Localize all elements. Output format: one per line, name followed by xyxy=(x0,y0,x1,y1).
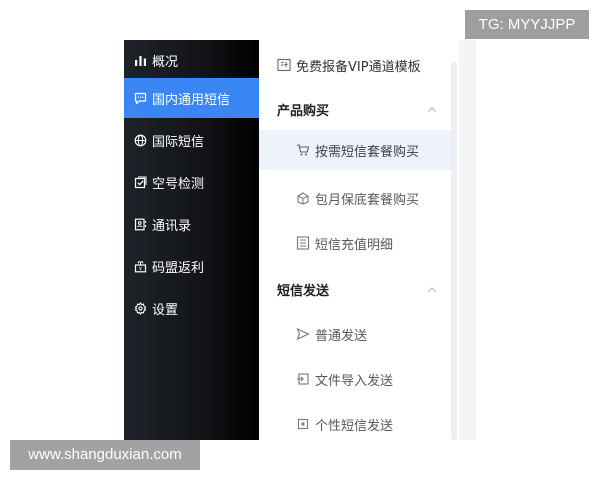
gift-icon: ¥ xyxy=(134,260,147,273)
menu-item-monthly-package[interactable]: 包月保底套餐购买 xyxy=(259,178,455,218)
submenu-panel: 免费报备VIP通道模板 产品购买 按需短信套餐购买 包月保底套餐购买 短信充值明… xyxy=(259,40,459,440)
list-icon xyxy=(296,236,310,250)
sidebar-item-label: 国际短信 xyxy=(152,134,205,150)
sidebar-item-label: 设置 xyxy=(152,302,179,318)
menu-item-label: 个性短信发送 xyxy=(315,418,394,434)
free-vip-template-link[interactable]: 免费报备VIP通道模板 xyxy=(277,54,421,76)
menu-item-label: 普通发送 xyxy=(315,328,368,344)
message-icon xyxy=(134,92,147,105)
check-square-icon xyxy=(134,176,147,189)
panel-scrollbar[interactable] xyxy=(451,62,457,440)
sidebar-item-label: 空号检测 xyxy=(152,176,205,192)
sidebar-item-label: 国内通用短信 xyxy=(152,92,231,108)
watermark-tg: TG: MYYJJPP xyxy=(465,10,589,39)
group-sms-sending[interactable]: 短信发送 xyxy=(277,274,437,304)
sidebar-item-overview[interactable]: 概况 xyxy=(124,40,259,80)
content-area-edge xyxy=(459,40,476,440)
menu-item-file-import-send[interactable]: 文件导入发送 xyxy=(259,359,455,399)
group-title: 产品购买 xyxy=(277,103,330,119)
sidebar-item-label: 概况 xyxy=(152,54,179,70)
chevron-up-icon xyxy=(427,104,437,114)
package-icon xyxy=(296,191,310,205)
menu-item-normal-send[interactable]: 普通发送 xyxy=(259,314,455,354)
personal-icon xyxy=(296,417,310,431)
bar-chart-icon xyxy=(134,54,147,67)
menu-item-label: 按需短信套餐购买 xyxy=(315,144,420,160)
sidebar-item-domestic-sms[interactable]: 国内通用短信 xyxy=(124,78,259,118)
template-icon xyxy=(277,58,291,72)
group-product-purchase[interactable]: 产品购买 xyxy=(277,94,437,124)
menu-item-recharge-details[interactable]: 短信充值明细 xyxy=(259,223,455,263)
contacts-icon xyxy=(134,218,147,231)
menu-item-label: 包月保底套餐购买 xyxy=(315,192,420,208)
watermark-site: www.shangduxian.com xyxy=(10,440,200,470)
svg-text:¥: ¥ xyxy=(139,266,142,272)
menu-item-personalized-send[interactable]: 个性短信发送 xyxy=(259,404,455,444)
globe-icon xyxy=(134,134,147,147)
sidebar-item-label: 码盟返利 xyxy=(152,260,205,276)
sidebar-item-contacts[interactable]: 通讯录 xyxy=(124,204,259,244)
sidebar-item-label: 通讯录 xyxy=(152,218,192,234)
menu-item-label: 文件导入发送 xyxy=(315,373,394,389)
sidebar: 概况 国内通用短信 国际短信 空号检测 通讯录 ¥ 码盟返利 设置 xyxy=(124,40,259,440)
sidebar-item-settings[interactable]: 设置 xyxy=(124,288,259,328)
gear-icon xyxy=(134,301,147,315)
sidebar-item-international-sms[interactable]: 国际短信 xyxy=(124,120,259,160)
import-icon xyxy=(296,372,310,386)
chevron-up-icon xyxy=(427,284,437,294)
group-title: 短信发送 xyxy=(277,283,330,299)
menu-item-on-demand-package[interactable]: 按需短信套餐购买 xyxy=(259,130,455,170)
menu-item-label: 短信充值明细 xyxy=(315,237,394,253)
free-vip-template-label: 免费报备VIP通道模板 xyxy=(296,59,421,75)
send-icon xyxy=(296,327,310,341)
sidebar-item-code-alliance-rebate[interactable]: ¥ 码盟返利 xyxy=(124,246,259,286)
sidebar-item-empty-number-check[interactable]: 空号检测 xyxy=(124,162,259,202)
cart-icon xyxy=(296,143,310,157)
